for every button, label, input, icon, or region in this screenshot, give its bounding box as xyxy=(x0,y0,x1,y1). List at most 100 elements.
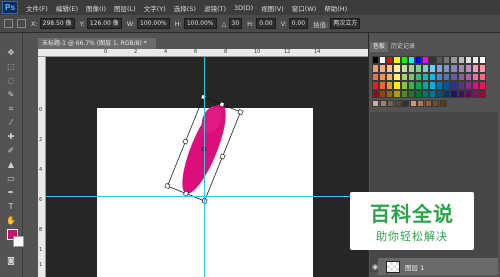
color-swatch[interactable] xyxy=(436,56,444,65)
color-swatch[interactable] xyxy=(393,56,401,65)
color-swatch[interactable] xyxy=(450,89,458,98)
menu-window[interactable]: 窗口(W) xyxy=(292,3,317,13)
stamp-tool-icon[interactable]: ▲ xyxy=(4,159,18,170)
color-swatch[interactable] xyxy=(379,89,387,98)
color-swatch[interactable] xyxy=(429,64,437,73)
color-swatch[interactable] xyxy=(432,100,439,107)
color-swatch[interactable] xyxy=(464,81,472,90)
marquee-tool-icon[interactable]: ⬚ xyxy=(4,61,18,72)
color-swatch[interactable] xyxy=(478,72,486,82)
color-swatch[interactable] xyxy=(372,64,380,73)
color-swatch[interactable] xyxy=(478,64,486,73)
menu-edit[interactable]: 编辑(E) xyxy=(56,3,78,13)
color-swatch[interactable] xyxy=(414,89,422,98)
color-swatch[interactable] xyxy=(414,64,422,73)
color-swatch[interactable] xyxy=(387,100,394,107)
color-swatch[interactable] xyxy=(439,100,447,107)
color-swatch[interactable] xyxy=(429,56,437,65)
color-swatch[interactable] xyxy=(393,89,401,98)
color-swatch[interactable] xyxy=(407,81,415,90)
height-field[interactable]: 100.00% xyxy=(183,18,217,29)
menu-type[interactable]: 文字(Y) xyxy=(144,3,166,13)
x-field[interactable]: 298.50 像 xyxy=(39,18,75,29)
menu-file[interactable]: 文件(F) xyxy=(26,3,48,13)
crop-tool-icon[interactable]: ⌗ xyxy=(4,103,18,114)
color-swatch[interactable] xyxy=(471,72,479,82)
color-swatch[interactable] xyxy=(478,56,486,65)
color-swatch[interactable] xyxy=(421,81,429,90)
color-swatch[interactable] xyxy=(478,81,486,90)
pen-tool-icon[interactable]: ✒ xyxy=(4,187,18,198)
color-swatch[interactable] xyxy=(400,81,408,90)
color-swatch[interactable] xyxy=(386,89,394,98)
quick-mask-icon[interactable]: ◙ xyxy=(4,255,18,266)
color-swatch[interactable] xyxy=(443,72,451,82)
color-swatch[interactable] xyxy=(379,64,387,73)
color-swatch[interactable] xyxy=(443,89,451,98)
color-swatch[interactable] xyxy=(407,56,415,65)
transform-handle[interactable] xyxy=(237,108,244,115)
color-swatch[interactable] xyxy=(417,100,424,107)
color-swatch[interactable] xyxy=(379,56,387,65)
tab-history[interactable]: 历史记录 xyxy=(388,42,418,52)
color-swatch[interactable] xyxy=(429,72,437,82)
color-swatch[interactable] xyxy=(436,89,444,98)
color-swatch[interactable] xyxy=(400,64,408,73)
color-swatch[interactable] xyxy=(450,72,458,82)
menu-help[interactable]: 帮助(H) xyxy=(324,3,347,13)
color-swatch[interactable] xyxy=(457,72,465,82)
color-swatch[interactable] xyxy=(409,100,417,107)
eraser-tool-icon[interactable]: ▭ xyxy=(4,173,18,184)
color-swatch[interactable] xyxy=(402,100,409,107)
color-swatch[interactable] xyxy=(372,56,380,65)
color-swatch[interactable] xyxy=(464,64,472,73)
color-swatch[interactable] xyxy=(400,56,408,65)
swatch-grid[interactable] xyxy=(372,56,486,98)
transform-tool-icon[interactable] xyxy=(4,19,13,28)
eyedropper-tool-icon[interactable]: ⁄ xyxy=(4,117,18,128)
color-swatch[interactable] xyxy=(436,81,444,90)
color-swatch[interactable] xyxy=(443,64,451,73)
healing-tool-icon[interactable]: ✚ xyxy=(4,131,18,142)
visibility-eye-icon[interactable]: ◉ xyxy=(372,263,378,271)
move-tool-icon[interactable]: ✥ xyxy=(4,47,18,58)
color-swatch[interactable] xyxy=(393,64,401,73)
transform-handle[interactable] xyxy=(164,183,171,190)
color-swatch[interactable] xyxy=(414,81,422,90)
color-swatch[interactable] xyxy=(414,56,422,65)
color-swatch[interactable] xyxy=(436,64,444,73)
color-swatch[interactable] xyxy=(436,72,444,82)
color-swatch[interactable] xyxy=(471,64,479,73)
color-swatch[interactable] xyxy=(414,72,422,82)
menu-layer[interactable]: 图层(L) xyxy=(114,3,136,13)
color-swatch[interactable] xyxy=(457,56,465,65)
interpolation-select[interactable]: 两次立方 xyxy=(330,18,361,29)
menu-image[interactable]: 图像(I) xyxy=(86,3,106,13)
menu-3d[interactable]: 3D(D) xyxy=(234,4,253,12)
color-swatch[interactable] xyxy=(471,89,479,98)
color-swatch[interactable] xyxy=(372,81,380,90)
color-swatch[interactable] xyxy=(379,81,387,90)
color-swatch[interactable] xyxy=(400,72,408,82)
hand-tool-icon[interactable]: ✋ xyxy=(4,215,18,226)
color-swatch[interactable] xyxy=(394,100,402,107)
color-swatch[interactable] xyxy=(421,89,429,98)
color-swatch[interactable] xyxy=(464,56,472,65)
color-swatch[interactable] xyxy=(372,100,379,107)
width-field[interactable]: 100.00% xyxy=(137,18,170,29)
menu-filter[interactable]: 滤镜(T) xyxy=(204,3,226,13)
color-swatch[interactable] xyxy=(400,89,408,98)
color-swatch[interactable] xyxy=(450,56,458,65)
color-swatch[interactable] xyxy=(386,72,394,82)
color-swatch[interactable] xyxy=(464,72,472,82)
color-swatch[interactable] xyxy=(421,72,429,82)
background-color-swatch[interactable] xyxy=(13,236,24,247)
quick-select-tool-icon[interactable]: ✎ xyxy=(4,89,18,100)
swatch-grid-extra[interactable] xyxy=(372,100,486,109)
color-swatch[interactable] xyxy=(471,81,479,90)
reference-point-icon[interactable] xyxy=(17,19,26,28)
vskew-field[interactable]: 0.00 xyxy=(288,18,309,29)
vertical-ruler[interactable]: 0 2 4 6 8 1 1 xyxy=(38,57,46,277)
color-swatch[interactable] xyxy=(443,81,451,90)
color-swatch[interactable] xyxy=(478,89,486,98)
